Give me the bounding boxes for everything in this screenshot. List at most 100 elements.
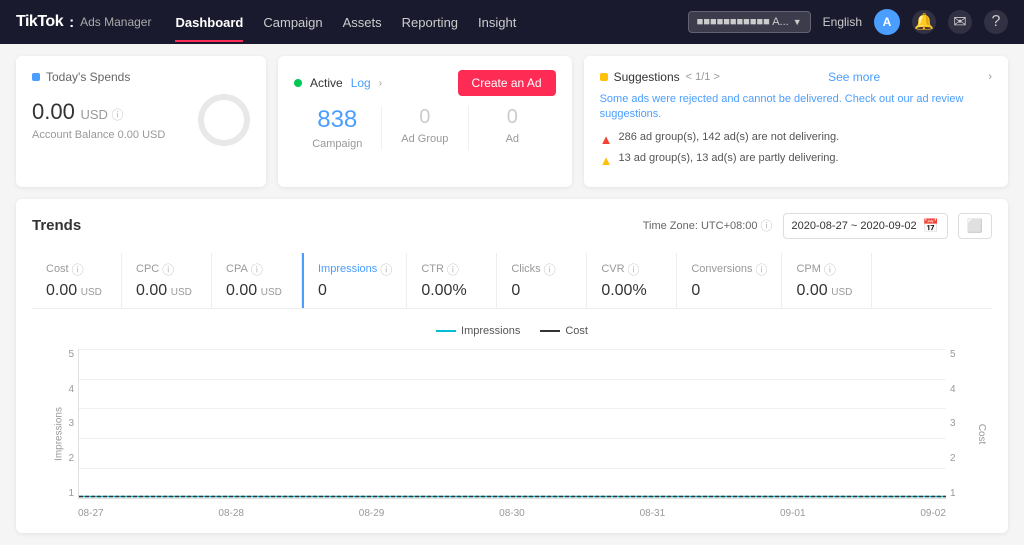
log-link[interactable]: Log: [351, 76, 371, 90]
ad-label: Ad: [477, 133, 548, 145]
metric-tab-cpc[interactable]: CPC ⓘ 0.00 USD: [122, 253, 212, 308]
log-chevron-icon: ›: [379, 78, 382, 89]
timezone-text: Time Zone: UTC+08:00: [643, 220, 758, 232]
impressions-info-icon: ⓘ: [380, 261, 392, 278]
nav-item-insight[interactable]: Insight: [478, 3, 516, 42]
cpa-tab-value: 0.00 USD: [226, 282, 287, 300]
cpc-tab-label: CPC ⓘ: [136, 261, 197, 278]
suggestions-title: Suggestions: [614, 70, 680, 84]
grid-line-3: [79, 408, 946, 409]
impressions-tab-label: Impressions ⓘ: [318, 261, 392, 278]
trends-header: Trends Time Zone: UTC+08:00 ⓘ 2020-08-27…: [32, 213, 992, 239]
suggestions-pagination[interactable]: < 1/1 >: [686, 71, 720, 83]
metric-tab-ctr[interactable]: CTR ⓘ 0.00%: [407, 253, 497, 308]
cost-info-icon: ⓘ: [72, 261, 84, 278]
clicks-info-icon: ⓘ: [544, 261, 556, 278]
suggestion-item-warning: ▲ 13 ad group(s), 13 ad(s) are partly de…: [600, 152, 992, 168]
trends-section: Trends Time Zone: UTC+08:00 ⓘ 2020-08-27…: [16, 199, 1008, 533]
account-selector[interactable]: ■■■■■■■■■■■ A... ▼: [688, 11, 811, 33]
main-nav-items: Dashboard Campaign Assets Reporting Insi…: [175, 3, 663, 42]
spends-info-icon[interactable]: ⓘ: [112, 108, 124, 122]
timezone-info-icon[interactable]: ⓘ: [761, 217, 773, 234]
metric-tab-cpm[interactable]: CPM ⓘ 0.00 USD: [782, 253, 872, 308]
cvr-tab-value: 0.00%: [601, 282, 662, 300]
metric-tab-conversions[interactable]: Conversions ⓘ 0: [677, 253, 782, 308]
x-label-2: 08-29: [359, 508, 385, 519]
nav-item-reporting[interactable]: Reporting: [402, 3, 458, 42]
yellow-indicator: [600, 73, 608, 81]
spends-donut-chart: [198, 94, 250, 146]
warning-triangle-icon: ▲: [600, 153, 613, 168]
spends-amount: 0.00: [32, 99, 75, 124]
y-right-5: 5: [950, 349, 956, 360]
active-green-dot: [294, 79, 302, 87]
notifications-icon[interactable]: 🔔: [912, 10, 936, 34]
metric-tab-cost[interactable]: Cost ⓘ 0.00 USD: [32, 253, 122, 308]
dashboard-cards-row: Today's Spends 0.00 USD ⓘ Account Balanc…: [16, 56, 1008, 187]
clicks-tab-value: 0: [511, 282, 572, 300]
trends-controls: Time Zone: UTC+08:00 ⓘ 2020-08-27 ~ 2020…: [643, 213, 992, 239]
suggestion-item-error: ▲ 286 ad group(s), 142 ad(s) are not del…: [600, 131, 992, 147]
metric-tab-cpa[interactable]: CPA ⓘ 0.00 USD: [212, 253, 302, 308]
cpc-info-icon: ⓘ: [162, 261, 174, 278]
y-left-2: 2: [68, 453, 74, 464]
ad-group-metric: 0 Ad Group: [381, 106, 469, 150]
todays-spends-card: Today's Spends 0.00 USD ⓘ Account Balanc…: [16, 56, 266, 187]
conversions-info-icon: ⓘ: [755, 261, 767, 278]
chart-legend: Impressions Cost: [32, 325, 992, 337]
active-metrics-card: Active Log › Create an Ad 838 Campaign 0…: [278, 56, 572, 187]
spends-card-title: Today's Spends: [32, 70, 130, 84]
nav-item-assets[interactable]: Assets: [343, 3, 382, 42]
campaign-label: Campaign: [302, 138, 373, 150]
cpm-info-icon: ⓘ: [824, 261, 836, 278]
language-selector[interactable]: English: [823, 15, 862, 29]
cost-tab-value: 0.00 USD: [46, 282, 107, 300]
chart-svg: [79, 349, 946, 498]
avatar[interactable]: A: [874, 9, 900, 35]
campaign-metric: 838 Campaign: [294, 106, 381, 150]
metric-tab-impressions[interactable]: Impressions ⓘ 0: [302, 253, 407, 308]
grid-line-4: [79, 379, 946, 380]
y-right-4: 4: [950, 384, 956, 395]
metric-tab-cvr[interactable]: CVR ⓘ 0.00%: [587, 253, 677, 308]
date-range-picker[interactable]: 2020-08-27 ~ 2020-09-02 📅: [783, 213, 948, 239]
spends-amount-row: 0.00 USD ⓘ: [32, 99, 165, 125]
ads-manager-label: Ads Manager: [80, 15, 151, 29]
suggestion-warning-text: 13 ad group(s), 13 ad(s) are partly deli…: [618, 152, 838, 164]
legend-cost: Cost: [540, 325, 588, 337]
impressions-legend-label: Impressions: [461, 325, 520, 337]
brand-colon: :: [69, 14, 74, 31]
cpm-tab-label: CPM ⓘ: [796, 261, 857, 278]
nav-item-dashboard[interactable]: Dashboard: [175, 3, 243, 42]
export-button[interactable]: ⬜: [958, 213, 992, 239]
see-more-link[interactable]: See more: [828, 70, 880, 84]
x-label-1: 08-28: [218, 508, 244, 519]
top-navigation: TikTok : Ads Manager Dashboard Campaign …: [0, 0, 1024, 44]
y-axis-left: 5 4 3 2 1: [46, 349, 74, 499]
y-left-1: 1: [68, 488, 74, 499]
cpc-tab-value: 0.00 USD: [136, 282, 197, 300]
nav-right-controls: ■■■■■■■■■■■ A... ▼ English A 🔔 ✉ ?: [688, 9, 1008, 35]
spends-currency: USD: [80, 107, 107, 122]
legend-impressions: Impressions: [436, 325, 520, 337]
suggestions-header: Suggestions < 1/1 > See more ›: [600, 70, 992, 84]
suggestions-title-row: Suggestions < 1/1 >: [600, 70, 720, 84]
help-icon[interactable]: ?: [984, 10, 1008, 34]
ctr-tab-value: 0.00%: [421, 282, 482, 300]
nav-item-campaign[interactable]: Campaign: [263, 3, 322, 42]
blue-indicator: [32, 73, 40, 81]
spends-values: 0.00 USD ⓘ Account Balance 0.00 USD: [32, 99, 165, 141]
messages-icon[interactable]: ✉: [948, 10, 972, 34]
create-ad-button[interactable]: Create an Ad: [458, 70, 556, 96]
grid-line-1: [79, 468, 946, 469]
x-label-6: 09-02: [920, 508, 946, 519]
cost-legend-label: Cost: [565, 325, 588, 337]
chart-inner: [78, 349, 946, 499]
error-triangle-icon: ▲: [600, 132, 613, 147]
metric-tab-clicks[interactable]: Clicks ⓘ 0: [497, 253, 587, 308]
cvr-info-icon: ⓘ: [628, 261, 640, 278]
x-label-3: 08-30: [499, 508, 525, 519]
metrics-tabs-bar: Cost ⓘ 0.00 USD CPC ⓘ 0.00 USD: [32, 253, 992, 309]
tiktok-wordmark: TikTok: [16, 13, 63, 31]
ad-group-label: Ad Group: [390, 133, 461, 145]
